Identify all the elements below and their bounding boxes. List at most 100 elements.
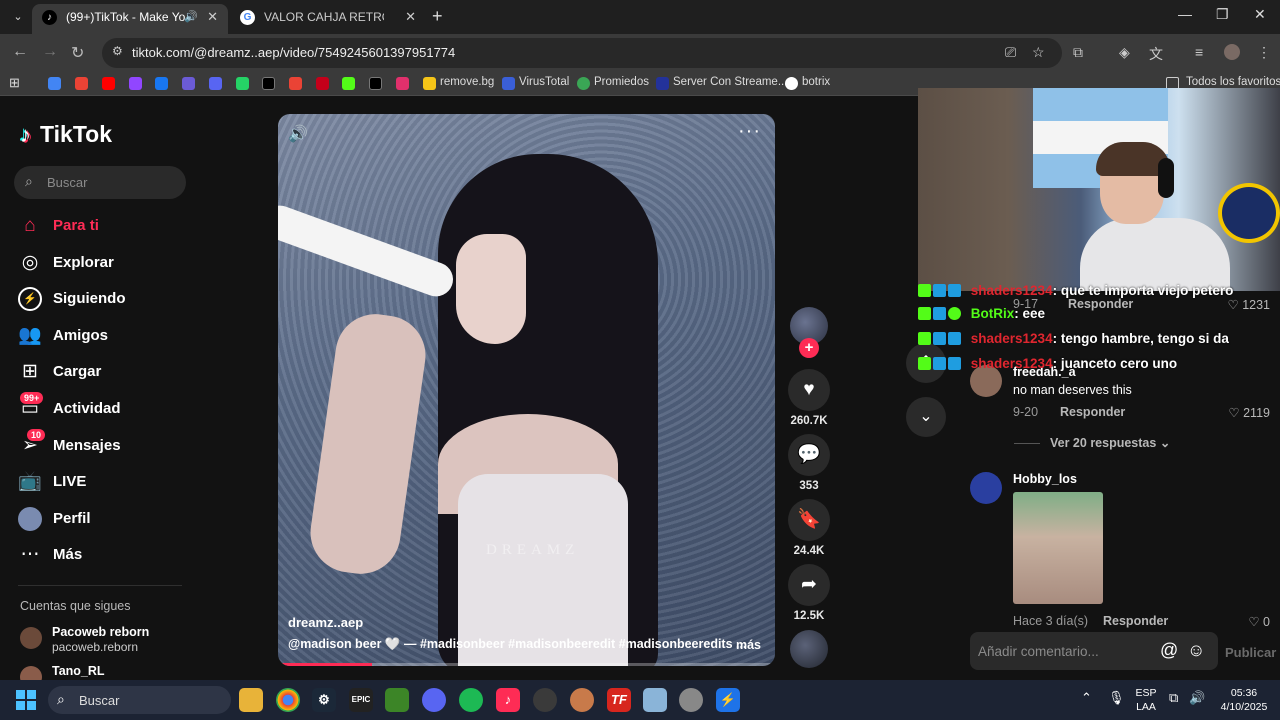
comment-image[interactable] [1013, 492, 1103, 604]
nav-mensajes[interactable]: ➢ 10 Mensajes [18, 429, 218, 461]
next-video-icon[interactable]: ⌄ [906, 397, 946, 437]
comment-like[interactable]: ♡ 2119 [1228, 405, 1270, 420]
google-translate-bookmark-icon[interactable] [48, 77, 61, 90]
tiktok-studio-icon[interactable]: ♪ [496, 688, 520, 712]
minecraft-icon[interactable] [385, 688, 409, 712]
caption-more-link[interactable]: más [736, 638, 761, 652]
bookmark-removebg[interactable]: remove.bg [440, 76, 494, 88]
volume-icon[interactable]: 🔊 [1189, 690, 1205, 706]
bookmark-icon[interactable] [182, 77, 195, 90]
sound-avatar[interactable] [790, 630, 828, 668]
share-button[interactable]: ➦ [788, 564, 830, 606]
bookmark-star-icon[interactable]: ☆ [1032, 44, 1045, 61]
bookmark-botrix[interactable]: botrix [802, 76, 830, 88]
extension-icon[interactable]: ◈ [1119, 44, 1130, 61]
discord-icon[interactable] [422, 688, 446, 712]
whatsapp-bookmark-icon[interactable] [236, 77, 249, 90]
nav-actividad[interactable]: ▭ 99+ Actividad [18, 392, 218, 424]
network-icon[interactable]: ⧉ [1169, 690, 1178, 706]
steam-icon[interactable]: ⚙ [312, 688, 336, 712]
all-bookmarks[interactable]: Todos los favoritos [1186, 76, 1280, 88]
close-window-icon[interactable]: ✕ [1254, 6, 1266, 23]
nav-perfil[interactable]: Perfil [18, 504, 218, 534]
nav-mas[interactable]: ⋯ Más [18, 540, 218, 570]
bookmark-promiedos[interactable]: Promiedos [594, 76, 649, 88]
x-bookmark-icon[interactable] [262, 77, 275, 90]
video-author[interactable]: dreamz..aep [288, 615, 363, 630]
maximize-icon[interactable]: ❐ [1216, 6, 1229, 23]
video-more-icon[interactable]: ··· [738, 120, 761, 143]
discord-bookmark-icon[interactable] [209, 77, 222, 90]
nav-explorar[interactable]: ◎ Explorar [18, 248, 218, 278]
nav-para-ti[interactable]: ⌂ Para ti [18, 211, 218, 241]
install-app-icon[interactable]: ⎚ [1005, 44, 1016, 61]
comment-like[interactable]: ♡ 0 [1248, 614, 1270, 629]
tiktok-bookmark-icon[interactable] [369, 77, 382, 90]
audio-icon[interactable]: 🔊 [184, 4, 198, 30]
obs-icon[interactable] [533, 688, 557, 712]
forward-icon[interactable]: → [42, 43, 58, 61]
volume-icon[interactable]: 🔊 [288, 124, 308, 144]
nav-live[interactable]: 📺 LIVE [18, 467, 218, 497]
video-caption[interactable]: @madison beer 🤍 — #madisonbeer #madisonb… [288, 637, 746, 652]
mention-icon[interactable]: @ [1160, 640, 1178, 661]
app-icon[interactable] [570, 688, 594, 712]
comment-input[interactable]: Añadir comentario... @ ☺ [970, 632, 1218, 670]
reply-button[interactable]: Responder [1060, 405, 1125, 419]
windows-start-icon[interactable] [16, 690, 36, 710]
search-input[interactable]: ⌕ Buscar [14, 166, 186, 199]
twitch-bookmark-icon[interactable] [129, 77, 142, 90]
app-icon[interactable] [643, 688, 667, 712]
tab-tiktok[interactable]: ♪ (99+)TikTok - Make Your Da 🔊 ✕ [32, 4, 228, 34]
tab-valor[interactable]: G VALOR CAHJA RETROCESO - Bu ✕ [230, 4, 426, 34]
instagram-bookmark-icon[interactable] [396, 77, 409, 90]
taskbar-search[interactable]: ⌕ Buscar [48, 686, 231, 714]
extensions-icon[interactable]: ⧉ [1073, 44, 1083, 61]
minimize-icon[interactable]: — [1178, 6, 1192, 22]
app-icon[interactable] [679, 688, 703, 712]
video-progress-bar[interactable] [278, 663, 775, 666]
new-tab-icon[interactable]: + [432, 6, 443, 27]
tab-search-icon[interactable]: ⌄ [8, 7, 28, 27]
apps-grid-icon[interactable]: ⊞ [9, 75, 20, 91]
reply-button[interactable]: Responder [1103, 614, 1168, 628]
like-button[interactable]: ♥ [788, 369, 830, 411]
bookmark-icon[interactable] [316, 77, 329, 90]
nav-siguiendo[interactable]: ⚡ Siguiendo [18, 284, 218, 314]
kick-bookmark-icon[interactable] [342, 77, 355, 90]
microphone-icon[interactable]: 🎙 [1108, 690, 1125, 706]
youtube-bookmark-icon[interactable] [102, 77, 115, 90]
clock[interactable]: 05:36 4/10/2025 [1214, 686, 1274, 714]
spotify-icon[interactable] [459, 688, 483, 712]
file-explorer-icon[interactable] [239, 688, 263, 712]
bookmark-server[interactable]: Server Con Streame... [673, 76, 787, 88]
gmail-bookmark-icon[interactable] [75, 77, 88, 90]
comment-button[interactable]: 💬 [788, 434, 830, 476]
follow-plus-icon[interactable]: + [799, 338, 819, 358]
tray-chevron-icon[interactable]: ⌃ [1081, 690, 1092, 706]
close-tab-icon[interactable]: ✕ [207, 4, 218, 30]
bookmark-virustotal[interactable]: VirusTotal [519, 76, 569, 88]
reload-icon[interactable]: ↻ [71, 43, 84, 63]
emoji-icon[interactable]: ☺ [1187, 640, 1205, 661]
save-button[interactable]: 🔖 [788, 499, 830, 541]
facebook-bookmark-icon[interactable] [155, 77, 168, 90]
view-replies-link[interactable]: Ver 20 respuestas ⌄ [1014, 435, 1170, 450]
url-field[interactable]: ⚙ tiktok.com/@dreamz..aep/video/75492456… [102, 38, 1062, 68]
tf-app-icon[interactable]: TF [607, 688, 631, 712]
media-control-icon[interactable]: ≡ [1195, 44, 1203, 60]
publish-button[interactable]: Publicar [1225, 645, 1276, 660]
nav-cargar[interactable]: ⊞ Cargar [18, 357, 218, 387]
translate-icon[interactable]: 文 [1149, 44, 1163, 64]
profile-avatar[interactable] [1224, 44, 1240, 60]
chrome-menu-icon[interactable]: ⋮ [1257, 44, 1271, 61]
language-indicator[interactable]: ESP LAA [1134, 686, 1158, 714]
chrome-icon[interactable] [276, 688, 300, 712]
back-icon[interactable]: ← [12, 43, 28, 61]
close-tab-icon[interactable]: ✕ [405, 4, 416, 30]
video-player[interactable]: DREAMZ 🔊 ··· dreamz..aep @madison beer 🤍… [278, 114, 775, 666]
tiktok-logo[interactable]: ♪ TikTok [20, 121, 112, 148]
site-info-icon[interactable]: ⚙ [112, 44, 123, 58]
avatar[interactable] [970, 472, 1002, 504]
comment-user[interactable]: Hobby_los [1013, 472, 1077, 486]
